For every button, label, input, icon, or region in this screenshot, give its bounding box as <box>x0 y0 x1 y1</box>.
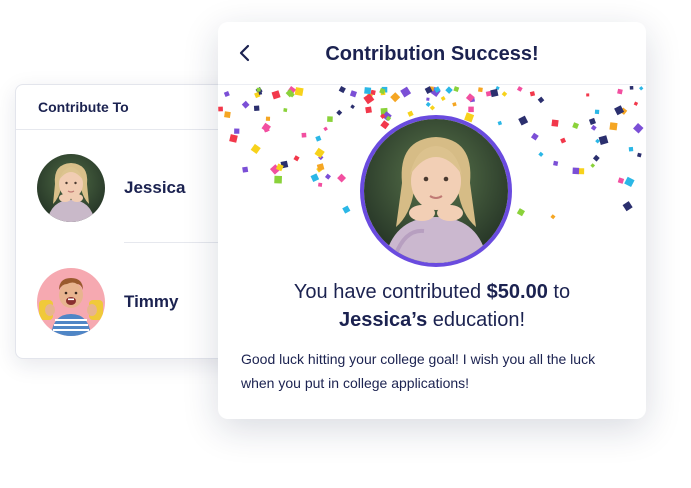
confetti-piece <box>501 91 508 97</box>
confetti-piece <box>590 163 596 168</box>
recipient-avatar <box>360 115 512 267</box>
confetti-piece <box>617 88 623 95</box>
confetti-piece <box>256 87 261 92</box>
avatar-jessica <box>37 154 105 222</box>
confetti-piece <box>250 143 261 154</box>
confetti-piece <box>234 128 240 134</box>
confetti-piece <box>551 119 559 127</box>
confetti-piece <box>478 87 483 93</box>
confetti-piece <box>429 105 436 111</box>
confetti-piece <box>598 135 609 145</box>
confetti-piece <box>614 105 625 116</box>
confetti-piece <box>633 122 644 134</box>
confetti-piece <box>518 115 529 126</box>
contribution-note: Good luck hitting your college goal! I w… <box>241 351 596 391</box>
person-name-timmy: Timmy <box>124 292 179 311</box>
confetti-piece <box>490 88 499 98</box>
confetti-piece <box>530 132 539 141</box>
confetti-piece <box>342 205 351 214</box>
confetti-piece <box>407 110 414 117</box>
confetti-piece <box>253 105 260 112</box>
confetti-piece <box>550 214 556 220</box>
confetti-piece <box>628 146 634 152</box>
confetti-piece <box>323 126 328 132</box>
confetti-piece <box>425 101 431 107</box>
confetti-piece <box>516 208 525 217</box>
confetti-piece <box>365 106 372 114</box>
confetti-piece <box>224 111 231 118</box>
confetti-piece <box>592 154 600 162</box>
message-middle: to <box>547 281 571 303</box>
confetti-piece <box>229 134 238 143</box>
confetti-piece <box>310 173 320 183</box>
confetti-piece <box>639 86 644 91</box>
confetti-piece <box>315 135 322 142</box>
contribute-to-title: Contribute To <box>38 99 129 115</box>
confetti-piece <box>271 90 281 100</box>
contribution-message-line2: Jessica’s education! <box>218 309 646 332</box>
confetti-piece <box>529 91 536 97</box>
confetti-piece <box>350 104 355 109</box>
confetti-piece <box>497 120 503 126</box>
confetti-piece <box>390 92 401 103</box>
person-name-jessica: Jessica <box>124 178 186 197</box>
contribution-message-line1: You have contributed $50.00 to <box>218 281 646 304</box>
confetti-piece <box>445 86 453 94</box>
confetti-piece <box>218 106 223 112</box>
confetti-piece <box>637 152 642 158</box>
confetti-piece <box>314 147 325 158</box>
confetti-piece <box>572 167 580 175</box>
confetti-piece <box>538 151 544 157</box>
confetti-piece <box>560 137 567 144</box>
message-suffix: education! <box>427 309 526 331</box>
confetti-piece <box>537 96 545 104</box>
confetti-piece <box>223 90 230 97</box>
confetti-piece <box>265 116 271 121</box>
confetti-piece <box>349 90 357 98</box>
recipient-name: Jessica’s <box>338 309 428 331</box>
confetti-piece <box>594 109 600 115</box>
confetti-piece <box>293 155 300 162</box>
confetti-piece <box>516 86 523 92</box>
confetti-piece <box>337 173 347 183</box>
confetti-piece <box>617 177 625 184</box>
confetti-piece <box>364 87 372 95</box>
success-header: Contribution Success! <box>218 22 646 85</box>
confetti-piece <box>452 102 457 107</box>
confetti-piece <box>400 86 412 98</box>
confetti-piece <box>327 116 333 122</box>
confetti-piece <box>553 160 559 166</box>
confetti-piece <box>301 132 307 138</box>
confetti-piece <box>380 120 390 130</box>
confetti-piece <box>294 87 304 97</box>
confetti-piece <box>426 97 430 101</box>
confetti-piece <box>258 91 263 95</box>
confetti-piece <box>624 176 635 188</box>
confetti-piece <box>261 122 271 133</box>
confetti-piece <box>622 201 633 212</box>
confetti-piece <box>324 173 331 180</box>
confetti-piece <box>629 86 634 90</box>
confetti-piece <box>336 109 343 116</box>
confetti-piece <box>586 93 590 97</box>
confetti-piece <box>274 175 282 184</box>
confetti-piece <box>572 122 579 130</box>
confetti-piece <box>318 182 323 187</box>
confetti-piece <box>440 95 446 101</box>
confetti-piece <box>283 107 288 113</box>
contribution-success-card: Contribution Success! You have contribut… <box>218 22 646 419</box>
confetti-piece <box>590 124 597 131</box>
avatar-timmy <box>37 268 105 336</box>
confetti-piece <box>633 101 639 106</box>
contribution-amount: $50.00 <box>486 281 548 303</box>
message-prefix: You have contributed <box>293 281 487 303</box>
confetti-piece <box>242 166 249 173</box>
confetti-piece <box>609 122 618 131</box>
confetti-piece <box>468 106 474 113</box>
confetti-piece <box>588 117 596 125</box>
confetti-piece <box>241 100 250 109</box>
confetti-piece <box>338 86 346 94</box>
success-title: Contribution Success! <box>325 43 539 65</box>
confetti-piece <box>453 86 460 92</box>
